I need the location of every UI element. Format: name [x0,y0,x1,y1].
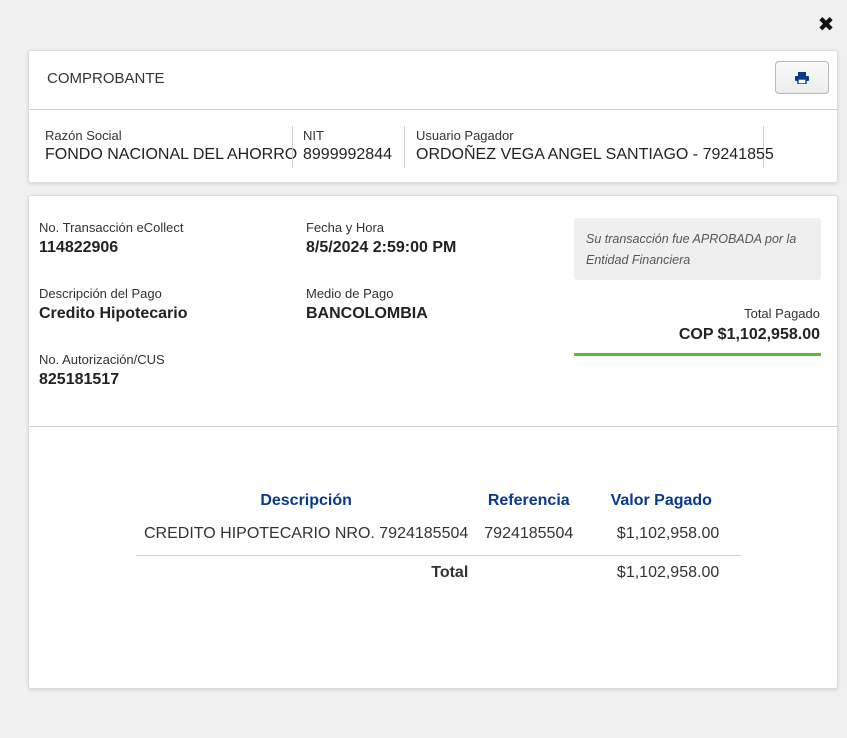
authorization-field: No. Autorización/CUS 825181517 [39,352,165,389]
razon-social-value: FONDO NACIONAL DEL AHORRO [45,146,298,163]
total-paid-label: Total Pagado [744,306,820,321]
payment-detail-table: Descripción Referencia Valor Pagado CRED… [136,492,742,582]
row-referencia: 7924185504 [476,522,582,556]
receipt-header-card: COMPROBANTE Razón Social FONDO NACIONAL … [28,50,838,183]
print-icon [795,72,809,84]
date-value: 8/5/2024 2:59:00 PM [306,239,457,256]
nit-value: 8999992844 [303,146,392,163]
date-field: Fecha y Hora 8/5/2024 2:59:00 PM [306,220,456,257]
close-icon[interactable]: ✖ [816,15,836,35]
status-message: Su transacción fue APROBADA por la Entid… [574,218,821,280]
divider [29,426,837,427]
nit-label: NIT [303,128,324,143]
usuario-label: Usuario Pagador [416,128,514,143]
status-bar [574,353,821,356]
receipt-body-card: No. Transacción eCollect 114822906 Fecha… [28,195,838,689]
company-info-row: Razón Social FONDO NACIONAL DEL AHORRO N… [29,110,837,183]
usuario-field: Usuario Pagador ORDOÑEZ VEGA ANGEL SANTI… [404,126,774,168]
razon-social-label: Razón Social [45,128,122,143]
table-total-empty [476,555,581,582]
total-paid-value: COP $1,102,958.00 [678,326,820,343]
row-valor: $1,102,958.00 [581,522,742,556]
table-row: CREDITO HIPOTECARIO NRO. 7924185504 7924… [136,522,742,556]
payment-description-field: Descripción del Pago Credito Hipotecario [39,286,187,323]
payment-description-label: Descripción del Pago [39,286,162,301]
payment-method-label: Medio de Pago [306,286,394,301]
header-descripcion: Descripción [260,492,352,509]
authorization-label: No. Autorización/CUS [39,352,165,367]
usuario-value: ORDOÑEZ VEGA ANGEL SANTIAGO - 79241855 [416,146,774,163]
table-total-value: $1,102,958.00 [616,563,720,581]
transaction-number-value: 114822906 [39,239,119,256]
row-descripcion: CREDITO HIPOTECARIO NRO. 7924185504 [136,522,477,556]
header-valor: Valor Pagado [610,492,712,509]
transaction-number-label: No. Transacción eCollect [39,220,184,235]
authorization-value: 825181517 [39,371,120,388]
payment-description-value: Credito Hipotecario [39,305,188,322]
nit-field: NIT 8999992844 [292,126,392,168]
print-button[interactable] [775,61,829,94]
card-header: COMPROBANTE [29,51,837,110]
transaction-number-field: No. Transacción eCollect 114822906 [39,220,184,257]
table-total-row: Total $1,102,958.00 [136,555,741,582]
header-referencia: Referencia [487,492,570,509]
payment-method-value: BANCOLOMBIA [306,305,428,322]
table-total-label: Total [431,563,469,581]
date-label: Fecha y Hora [306,220,385,235]
payment-method-field: Medio de Pago BANCOLOMBIA [306,286,428,323]
page-title: COMPROBANTE [47,70,165,87]
